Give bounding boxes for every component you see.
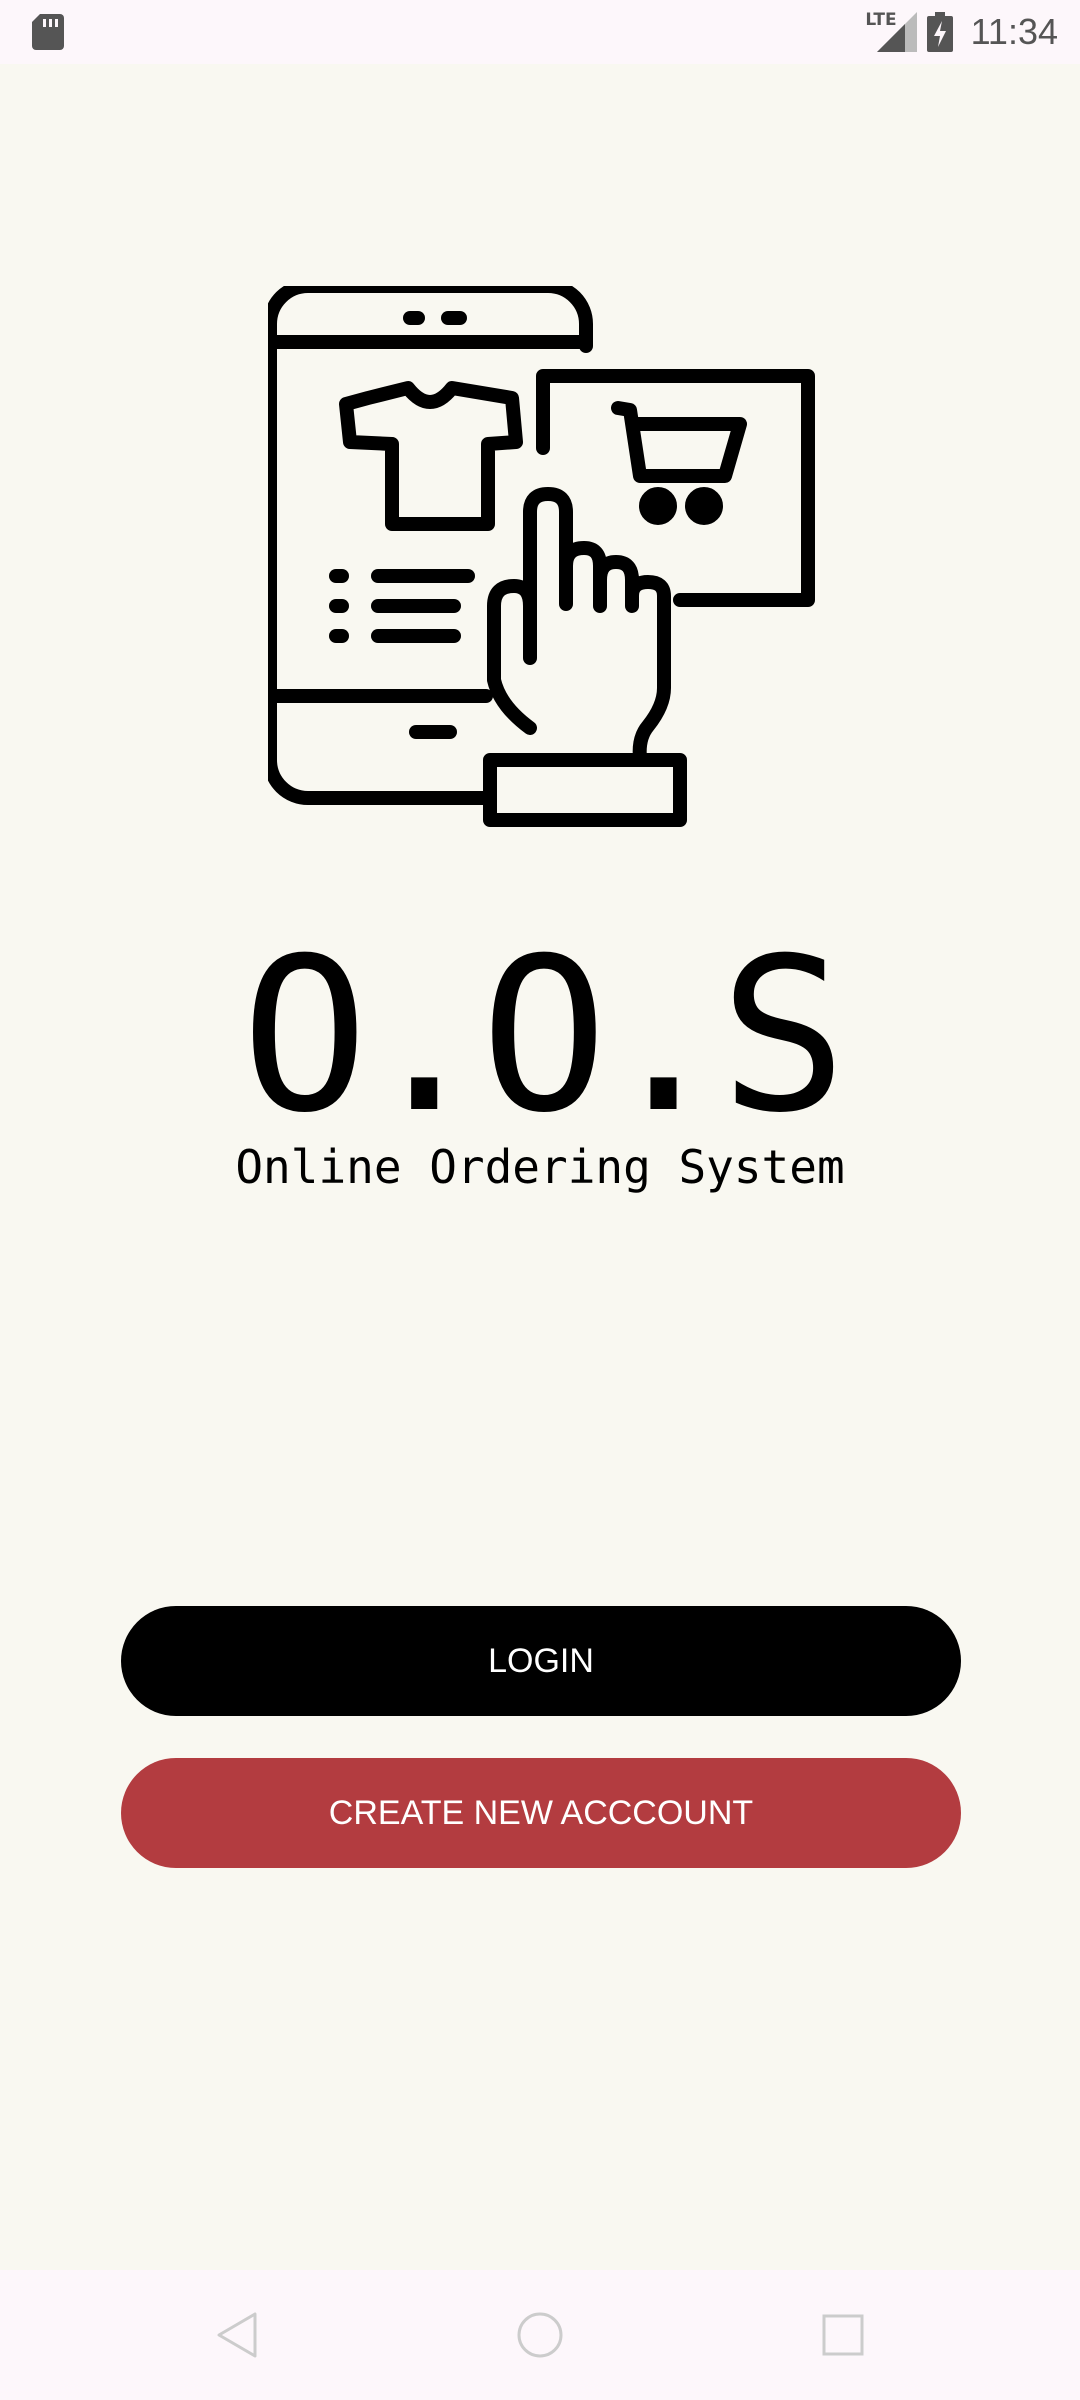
phone-shopping-hand-cart-icon (268, 286, 815, 827)
network-type-label: LTE (865, 10, 897, 30)
home-button[interactable] (505, 2300, 575, 2370)
back-button[interactable] (202, 2300, 272, 2370)
login-button[interactable]: LOGIN (121, 1606, 961, 1716)
sd-card-icon (32, 14, 64, 50)
navigation-bar (0, 2270, 1080, 2400)
recents-button[interactable] (808, 2300, 878, 2370)
battery-charging-icon (926, 12, 953, 52)
app-logo-title: O.O.S (240, 912, 847, 1159)
home-icon (517, 2312, 563, 2358)
app-logo-subtitle: Online Ordering System (235, 1140, 845, 1194)
clock: 11:34 (970, 11, 1058, 52)
status-bar: LTE 11:34 (0, 0, 1080, 64)
back-icon (217, 2312, 257, 2358)
create-account-button[interactable]: CREATE NEW ACCCOUNT (121, 1758, 961, 1868)
recents-icon (822, 2314, 864, 2356)
